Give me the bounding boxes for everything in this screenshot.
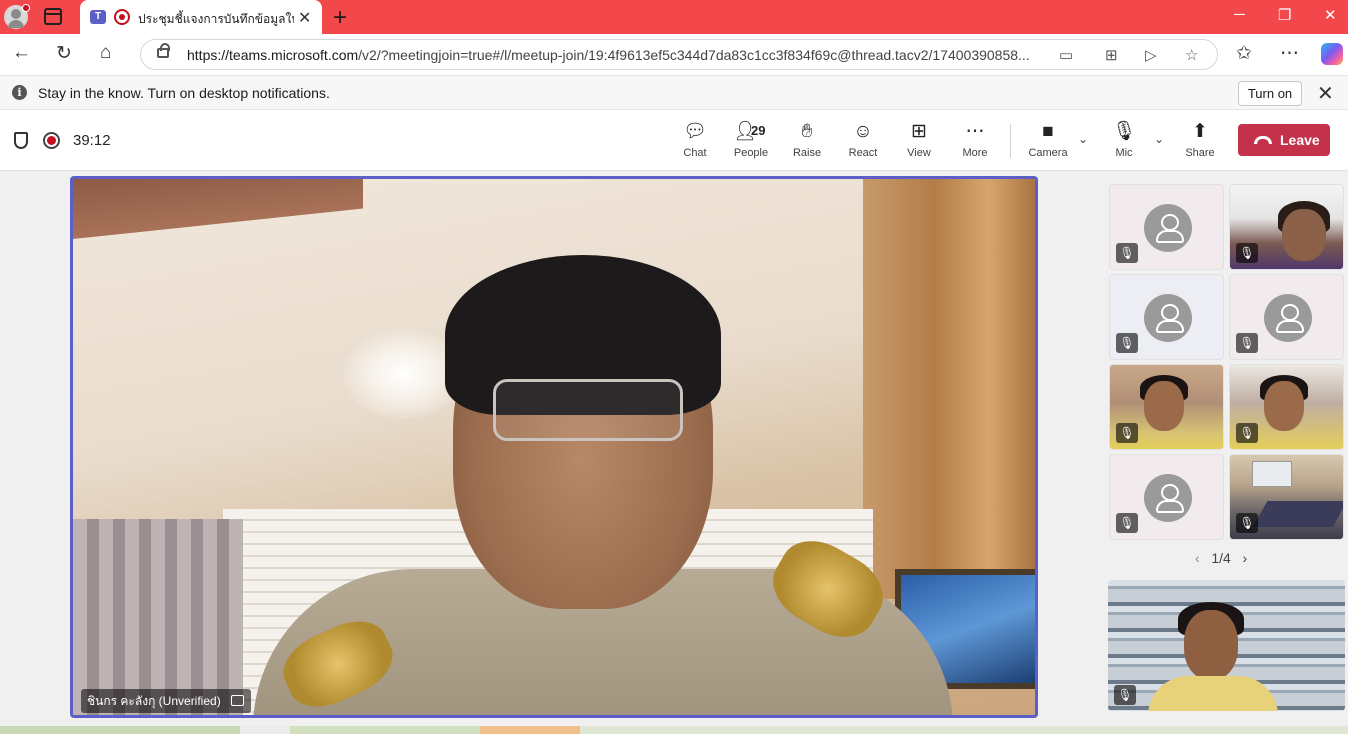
read-aloud-icon[interactable]: ▷: [1145, 46, 1157, 64]
apps-icon[interactable]: ⊞: [1105, 46, 1118, 64]
participant-tile[interactable]: 🎙︎: [1229, 454, 1344, 540]
leave-button[interactable]: Leave: [1238, 124, 1330, 156]
avatar: [1264, 294, 1312, 342]
mic-options-chevron-icon[interactable]: ⌄: [1154, 132, 1164, 146]
copilot-icon[interactable]: [1321, 43, 1343, 65]
camera-button[interactable]: ■ Camera: [1020, 120, 1076, 164]
more-button[interactable]: ⋯ More: [947, 120, 1003, 164]
recording-status-icon: [43, 132, 60, 149]
mic-button[interactable]: 🎙︎ Mic: [1096, 120, 1152, 164]
refresh-icon[interactable]: ↻: [56, 42, 72, 65]
mic-muted-icon: 🎙︎: [1111, 121, 1137, 142]
mic-muted-icon: 🎙︎: [1236, 423, 1258, 443]
camera-icon: ■: [1042, 121, 1054, 142]
mic-muted-icon: 🎙︎: [1236, 243, 1258, 263]
favorites-icon[interactable]: ✩: [1236, 42, 1252, 65]
mic-muted-icon: 🎙︎: [1116, 423, 1138, 443]
participant-tile[interactable]: 🎙︎: [1109, 274, 1224, 360]
page-indicator: 1/4: [1211, 550, 1231, 566]
mic-muted-icon: 🎙︎: [1116, 333, 1138, 353]
raise-hand-button[interactable]: ✋︎ Raise: [779, 120, 835, 164]
recording-icon: [114, 9, 130, 25]
smiley-icon: ☺: [853, 121, 873, 142]
people-count: 29: [751, 123, 766, 138]
toolbar-divider: [1010, 124, 1011, 158]
teams-icon: T: [90, 10, 106, 24]
participant-tile[interactable]: 🎙︎: [1109, 364, 1224, 450]
camera-permission-icon[interactable]: ▭: [1059, 46, 1073, 64]
avatar: [1144, 294, 1192, 342]
gallery-pager: ‹ 1/4 ›: [1195, 550, 1247, 566]
lock-icon[interactable]: [157, 43, 170, 58]
react-button[interactable]: ☺ React: [835, 120, 891, 164]
taskbar-edge: [0, 726, 1348, 734]
restore-icon[interactable]: ❐: [1278, 6, 1291, 24]
people-button[interactable]: 👤︎ 29 People: [723, 120, 779, 164]
hand-icon: ✋︎: [801, 121, 813, 142]
participant-options-icon[interactable]: [230, 695, 244, 706]
tab-close-icon[interactable]: ✕: [298, 8, 311, 28]
previous-page-icon[interactable]: ‹: [1195, 550, 1200, 566]
minimize-icon[interactable]: ─: [1234, 6, 1245, 23]
browser-tab-strip: T ประชุมชี้แจงการบันทึกข้อมูลในระบ ✕ + ─…: [0, 0, 1348, 34]
chat-button[interactable]: 💬︎ Chat: [667, 120, 723, 164]
back-arrow-icon[interactable]: ←: [12, 42, 31, 64]
chat-icon: 💬︎: [682, 121, 708, 142]
browser-tab-active[interactable]: T ประชุมชี้แจงการบันทึกข้อมูลในระบ ✕: [80, 0, 322, 34]
camera-options-chevron-icon[interactable]: ⌄: [1078, 132, 1088, 146]
main-speaker-video[interactable]: ชินกร คะลังกุ (Unverified): [70, 176, 1038, 718]
browser-toolbar: ← ↻ ⌂ https://teams.microsoft.com/v2/?me…: [0, 34, 1348, 75]
home-icon[interactable]: ⌂: [100, 42, 111, 64]
participant-tile[interactable]: 🎙︎: [1109, 184, 1224, 270]
mic-muted-icon: 🎙︎: [1116, 513, 1138, 533]
self-preview-video[interactable]: 🎙︎: [1108, 580, 1345, 711]
favorite-star-icon[interactable]: ☆: [1185, 46, 1198, 64]
share-icon: ⬆: [1192, 121, 1208, 142]
participant-tile[interactable]: 🎙︎: [1229, 184, 1344, 270]
mic-muted-icon: 🎙︎: [1236, 333, 1258, 353]
settings-more-icon[interactable]: ⋯: [1280, 42, 1299, 65]
meeting-control-bar: 39:12 💬︎ Chat 👤︎ 29 People ✋︎ Raise ☺ Re…: [0, 110, 1348, 171]
next-page-icon[interactable]: ›: [1242, 550, 1247, 566]
turn-on-button[interactable]: Turn on: [1238, 81, 1302, 106]
tab-actions-icon[interactable]: [44, 8, 62, 25]
avatar: [1144, 474, 1192, 522]
notification-close-icon[interactable]: ✕: [1317, 81, 1334, 106]
participant-tile[interactable]: 🎙︎: [1229, 274, 1344, 360]
tab-title: ประชุมชี้แจงการบันทึกข้อมูลในระบ: [138, 12, 294, 26]
window-close-icon[interactable]: ✕: [1324, 6, 1337, 24]
notification-text: Stay in the know. Turn on desktop notifi…: [38, 85, 330, 101]
speaker-name-tag: ชินกร คะลังกุ (Unverified): [81, 689, 251, 713]
share-button[interactable]: ⬆ Share: [1172, 120, 1228, 164]
participant-tile[interactable]: 🎙︎: [1229, 364, 1344, 450]
participant-tile[interactable]: 🎙︎: [1109, 454, 1224, 540]
mic-muted-icon: 🎙︎: [1114, 685, 1136, 705]
grid-view-icon: ⊞: [911, 121, 927, 142]
address-bar[interactable]: https://teams.microsoft.com/v2/?meetingj…: [140, 39, 1218, 70]
more-icon: ⋯: [965, 121, 985, 142]
view-button[interactable]: ⊞ View: [891, 120, 947, 164]
profile-avatar-icon[interactable]: [4, 4, 30, 29]
meeting-timer: 39:12: [73, 132, 111, 149]
info-icon: i: [12, 85, 27, 100]
url-text[interactable]: https://teams.microsoft.com/v2/?meetingj…: [187, 47, 1047, 63]
mic-muted-icon: 🎙︎: [1116, 243, 1138, 263]
new-tab-icon[interactable]: +: [333, 4, 347, 32]
notification-bar: i Stay in the know. Turn on desktop noti…: [0, 75, 1348, 110]
speaker-name: ชินกร คะลังกุ (Unverified): [87, 694, 221, 708]
mic-muted-icon: 🎙︎: [1236, 513, 1258, 533]
hang-up-icon: [1254, 136, 1272, 144]
shield-icon[interactable]: [14, 132, 28, 149]
avatar: [1144, 204, 1192, 252]
